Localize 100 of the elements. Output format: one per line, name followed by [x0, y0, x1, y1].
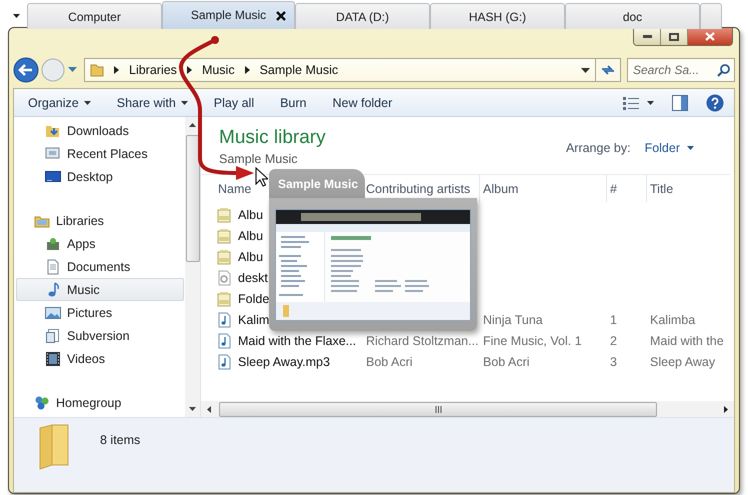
vertical-scrollbar[interactable] — [185, 117, 200, 417]
chevron-icon — [244, 66, 250, 74]
nav-item[interactable]: Libraries — [16, 209, 184, 232]
tab[interactable]: HASH (G:) — [430, 3, 565, 29]
toolbar-button[interactable]: New folder — [332, 96, 392, 110]
minimize-icon[interactable] — [642, 35, 652, 38]
nav-item[interactable]: Documents — [16, 255, 184, 278]
table-cell: Bob Acri — [366, 354, 413, 368]
document-icon — [45, 258, 61, 274]
file-name[interactable]: Maid with the Flaxe... — [238, 334, 356, 348]
toolbar-button[interactable]: Play all — [214, 96, 254, 110]
refresh-button[interactable] — [595, 58, 621, 82]
table-cell: Fine Music, Vol. 1 — [483, 334, 582, 348]
arrange-dropdown[interactable]: Folder — [644, 141, 694, 155]
scroll-down-icon[interactable] — [189, 407, 196, 411]
nav-item[interactable]: Apps — [16, 232, 184, 255]
library-subtitle: Sample Music — [219, 152, 298, 166]
file-name[interactable]: deskt — [238, 270, 268, 284]
dropdown-icon[interactable] — [581, 68, 590, 72]
file-name[interactable]: Sleep Away.mp3 — [238, 354, 330, 368]
item-count: 8 items — [100, 433, 140, 447]
search-icon — [717, 64, 730, 77]
file-name[interactable]: Kalim — [238, 312, 270, 326]
breadcrumb-item[interactable]: Libraries — [129, 63, 177, 77]
scroll-up-icon[interactable] — [189, 123, 196, 127]
view-options-icon[interactable] — [623, 96, 641, 110]
column-header[interactable]: Title — [650, 182, 674, 196]
caret-icon — [687, 146, 694, 150]
horizontal-scrollbar[interactable] — [201, 401, 734, 417]
column-header[interactable]: Name — [218, 182, 252, 196]
image-file-icon — [217, 206, 232, 222]
table-cell: Maid with the — [650, 334, 724, 348]
search-field[interactable]: Search Sa... — [627, 58, 735, 82]
breadcrumb-item[interactable]: Sample Music — [260, 63, 338, 77]
image-file-icon — [217, 290, 232, 306]
column-header[interactable]: # — [610, 182, 617, 196]
maximize-button[interactable] — [661, 28, 688, 45]
file-name[interactable]: Folde — [238, 292, 270, 306]
mouse-cursor-icon — [255, 167, 268, 187]
scroll-left-icon[interactable] — [207, 406, 211, 412]
nav-item[interactable]: Subversion — [16, 324, 184, 347]
tab[interactable]: doc — [565, 3, 700, 29]
folder-icon — [90, 63, 104, 77]
close-icon[interactable] — [276, 11, 286, 21]
file-name[interactable]: Albu — [238, 208, 264, 222]
nav-item[interactable]: Pictures — [16, 301, 184, 324]
arrange-label: Arrange by: — [566, 141, 631, 155]
preview-pane-icon[interactable] — [672, 94, 688, 110]
tab-list-dropdown-icon[interactable] — [13, 14, 22, 20]
recent-places-icon — [45, 146, 61, 162]
toolbar-button[interactable]: Organize — [28, 96, 91, 110]
column-header[interactable]: Contributing artists — [366, 182, 470, 196]
table-cell: Richard Stoltzman... — [366, 334, 479, 348]
table-cell: Ninja Tuna — [483, 312, 543, 326]
caret-icon — [180, 100, 188, 104]
toolbar-button[interactable]: Burn — [280, 96, 306, 110]
refresh-icon — [600, 64, 616, 76]
grip-icon — [434, 406, 442, 412]
caret-icon — [84, 100, 91, 104]
nav-item[interactable]: Desktop — [16, 165, 184, 188]
homegroup-icon — [34, 394, 50, 410]
chevron-icon — [186, 66, 192, 74]
image-file-icon — [217, 248, 232, 264]
table-cell: 1 — [610, 312, 617, 326]
caret-icon[interactable] — [647, 100, 654, 104]
tab[interactable]: Sample Music — [162, 1, 295, 29]
breadcrumb-item[interactable]: Music — [202, 63, 235, 77]
column-header[interactable]: Album — [483, 182, 518, 196]
library-title: Music library — [219, 127, 326, 149]
nav-item[interactable]: Videos — [16, 347, 184, 370]
help-icon[interactable] — [706, 94, 724, 112]
documents-stack-icon — [45, 328, 61, 344]
back-button[interactable] — [13, 57, 39, 83]
audio-file-icon — [217, 354, 232, 370]
tab[interactable]: Computer — [27, 3, 162, 29]
tab[interactable]: DATA (D:) — [295, 3, 430, 29]
toolbar-button[interactable]: Share with — [116, 96, 188, 110]
image-file-icon — [217, 228, 232, 244]
chevron-icon — [114, 66, 119, 74]
minimize-button[interactable] — [634, 28, 661, 45]
audio-file-icon — [217, 312, 232, 328]
apps-icon — [45, 236, 61, 252]
film-icon — [45, 350, 61, 366]
address-bar[interactable]: Libraries Music Sample Music — [84, 58, 596, 82]
table-cell: Bob Acri — [483, 354, 530, 368]
file-name[interactable]: Albu — [238, 250, 264, 264]
nav-item[interactable]: Homegroup — [16, 391, 184, 414]
maximize-icon[interactable] — [669, 32, 679, 40]
picture-icon — [45, 304, 61, 320]
audio-file-icon — [217, 332, 232, 348]
nav-item[interactable]: Music — [16, 278, 184, 301]
settings-file-icon — [217, 270, 232, 286]
history-dropdown-icon[interactable] — [68, 67, 77, 73]
table-cell: 3 — [610, 354, 617, 368]
close-button[interactable] — [688, 28, 732, 45]
nav-item[interactable]: Downloads — [16, 119, 184, 142]
scroll-right-icon[interactable] — [724, 406, 728, 412]
table-cell: 2 — [610, 334, 617, 348]
file-name[interactable]: Albu — [238, 228, 264, 242]
nav-item[interactable]: Recent Places — [16, 142, 184, 165]
